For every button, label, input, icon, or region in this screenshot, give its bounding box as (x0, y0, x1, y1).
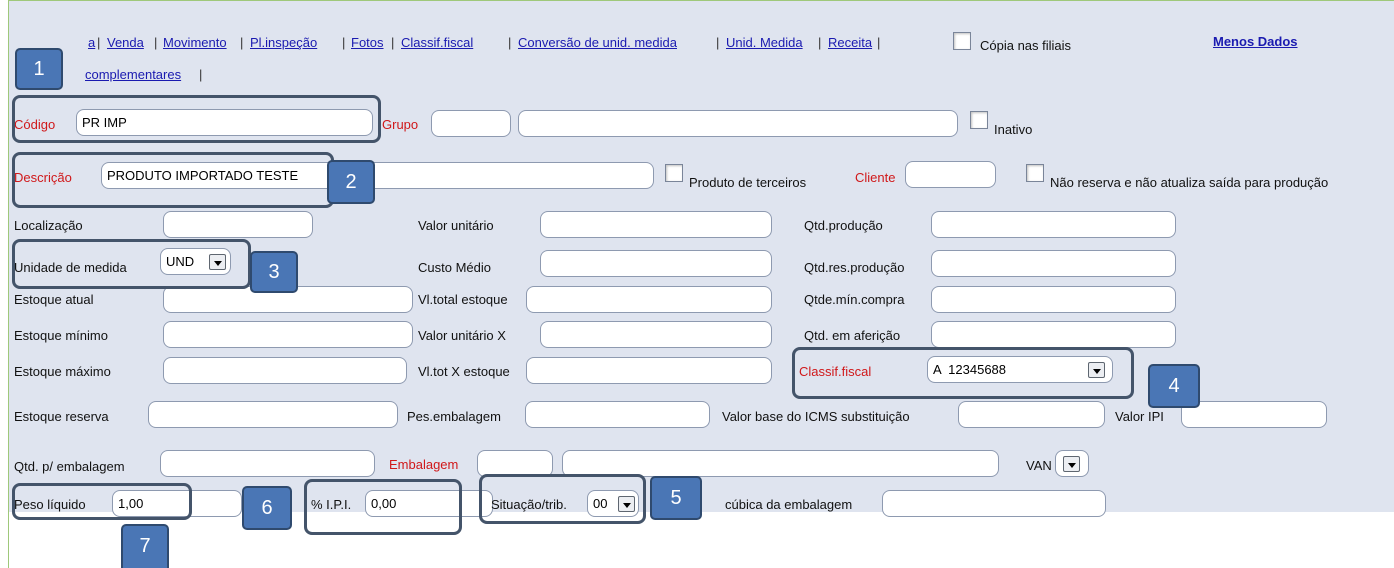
nav-link-movimento[interactable]: Movimento (163, 35, 227, 51)
valor-unitario-x-input[interactable] (540, 321, 772, 348)
embalagem-name-input[interactable] (562, 450, 999, 477)
valor-unitario-label: Valor unitário (418, 218, 494, 233)
nav-separator: | (154, 35, 158, 50)
callout-badge-7: 7 (121, 524, 169, 568)
estoque-atual-label: Estoque atual (14, 292, 94, 307)
nav-link-fotos[interactable]: Fotos (351, 35, 384, 51)
cliente-label: Cliente (855, 170, 896, 185)
highlight-codigo (12, 95, 381, 143)
callout-badge-4: 4 (1148, 364, 1200, 408)
highlight-ipi (304, 479, 462, 535)
localizacao-input[interactable] (163, 211, 313, 238)
nav-separator: | (342, 35, 346, 50)
grupo-label: Grupo (382, 117, 419, 132)
pes-embalagem-label: Pes.embalagem (407, 409, 501, 424)
nav-link-venda[interactable]: Venda (107, 35, 144, 51)
van-label: VAN (1026, 458, 1052, 473)
vl-tot-x-estoque-label: Vl.tot X estoque (418, 364, 510, 379)
callout-badge-5: 5 (650, 476, 702, 520)
custo-medio-label: Custo Médio (418, 260, 491, 275)
van-select[interactable] (1055, 450, 1089, 477)
valor-base-icms-input[interactable] (958, 401, 1105, 428)
qtd-res-producao-input[interactable] (931, 250, 1176, 277)
estoque-reserva-label: Estoque reserva (14, 409, 109, 424)
pes-embalagem-input[interactable] (525, 401, 710, 428)
highlight-situacao-trib (479, 474, 646, 524)
callout-badge-6: 6 (242, 486, 292, 530)
inativo-label: Inativo (994, 122, 1033, 137)
vl-total-estoque-input[interactable] (526, 286, 772, 313)
menos-dados-link[interactable]: Menos Dados (1213, 34, 1298, 50)
valor-unitario-x-label: Valor unitário X (418, 328, 506, 343)
produto-terceiros-label: Produto de terceiros (689, 175, 807, 190)
grupo-name-input[interactable] (518, 110, 958, 137)
nao-reserva-checkbox[interactable] (1026, 164, 1044, 182)
qtd-afericao-label: Qtd. em aferição (804, 328, 901, 343)
callout-badge-3: 3 (250, 251, 298, 293)
qtd-afericao-input[interactable] (931, 321, 1176, 348)
copia-filiais-checkbox[interactable] (953, 32, 971, 50)
custo-medio-input[interactable] (540, 250, 772, 277)
estoque-maximo-label: Estoque máximo (14, 364, 111, 379)
highlight-unidade-medida (12, 239, 251, 289)
nav-separator: | (240, 35, 244, 50)
valor-ipi-input[interactable] (1181, 401, 1327, 428)
nav-separator: | (716, 35, 720, 50)
nav-link-unid-medida[interactable]: Unid. Medida (726, 35, 803, 51)
nav-link-dados-complementares[interactable]: complementares (85, 67, 181, 83)
highlight-descricao (12, 152, 334, 208)
callout-badge-2: 2 (327, 160, 375, 204)
estoque-minimo-label: Estoque mínimo (14, 328, 108, 343)
chevron-down-icon[interactable] (1063, 456, 1080, 472)
nav-link-classif-fiscal[interactable]: Classif.fiscal (401, 35, 473, 51)
nav-link-receita[interactable]: Receita (828, 35, 872, 51)
qtde-min-compra-label: Qtde.mín.compra (804, 292, 905, 307)
valor-unitario-input[interactable] (540, 211, 772, 238)
nav-separator: | (199, 67, 203, 82)
nao-reserva-label: Não reserva e não atualiza saída para pr… (1050, 175, 1329, 190)
localizacao-label: Localização (14, 218, 83, 233)
grupo-code-input[interactable] (431, 110, 511, 137)
nav-separator: | (508, 35, 512, 50)
nav-separator: | (97, 35, 101, 50)
valor-base-icms-label: Valor base do ICMS substituição (722, 409, 910, 424)
estoque-maximo-input[interactable] (163, 357, 407, 384)
produto-terceiros-checkbox[interactable] (665, 164, 683, 182)
qtd-producao-label: Qtd.produção (804, 218, 883, 233)
cubica-embalagem-input[interactable] (882, 490, 1106, 517)
callout-badge-1: 1 (15, 48, 63, 90)
nav-separator: | (877, 35, 881, 50)
embalagem-label: Embalagem (389, 457, 459, 472)
cubica-embalagem-label: cúbica da embalagem (725, 497, 853, 512)
inativo-checkbox[interactable] (970, 111, 988, 129)
nav-separator: | (818, 35, 822, 50)
nav-separator: | (391, 35, 395, 50)
highlight-peso-liquido (12, 483, 192, 520)
qtd-embalagem-label: Qtd. p/ embalagem (14, 459, 125, 474)
vl-tot-x-estoque-input[interactable] (526, 357, 772, 384)
cliente-input[interactable] (905, 161, 996, 188)
vl-total-estoque-label: Vl.total estoque (418, 292, 508, 307)
qtd-producao-input[interactable] (931, 211, 1176, 238)
valor-ipi-label: Valor IPI (1115, 409, 1164, 424)
copia-filiais-label: Cópia nas filiais (980, 38, 1072, 53)
highlight-classif-fiscal (792, 347, 1134, 399)
nav-link-pl-inspecao[interactable]: Pl.inspeção (250, 35, 317, 51)
product-form: a | Venda | Movimento | Pl.inspeção | Fo… (9, 1, 1394, 535)
nav-link-geral[interactable]: a (88, 35, 95, 51)
qtd-res-producao-label: Qtd.res.produção (804, 260, 905, 275)
qtd-embalagem-input[interactable] (160, 450, 375, 477)
nav-link-conversao-unid-medida[interactable]: Conversão de unid. medida (518, 35, 677, 51)
qtde-min-compra-input[interactable] (931, 286, 1176, 313)
estoque-minimo-input[interactable] (163, 321, 413, 348)
estoque-reserva-input[interactable] (148, 401, 398, 428)
embalagem-code-input[interactable] (477, 450, 553, 477)
